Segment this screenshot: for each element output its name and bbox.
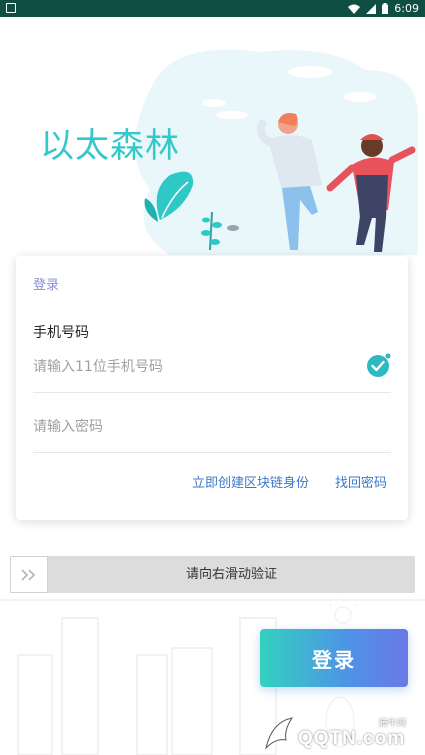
- signal-icon: [366, 3, 377, 14]
- password-divider: [33, 452, 391, 453]
- status-bar: 6:09: [0, 0, 425, 17]
- phone-divider: [33, 392, 391, 393]
- phone-input[interactable]: [33, 357, 353, 377]
- phone-label: 手机号码: [33, 325, 89, 341]
- forgot-password-link[interactable]: 找回密码: [335, 472, 387, 491]
- create-identity-link[interactable]: 立即创建区块链身份: [192, 472, 309, 491]
- login-button[interactable]: 登录: [260, 629, 408, 687]
- watermark-text: QQTN.com: [298, 728, 406, 749]
- double-chevron-right-icon: [21, 568, 36, 581]
- wifi-icon: [348, 4, 361, 14]
- check-icon: [367, 353, 391, 377]
- status-icons: 6:09: [348, 1, 419, 16]
- watermark-logo: [265, 717, 294, 750]
- login-card: 登录 手机号码 立即创建区块链身份 找回密码: [16, 256, 408, 520]
- notification-icon: [6, 3, 16, 13]
- slide-verify-text: 请向右滑动验证: [185, 567, 277, 582]
- watermark: QQTN.com 腾牛网: [262, 712, 422, 754]
- status-time: 6:09: [394, 2, 419, 15]
- app-name: 以太森林: [40, 126, 180, 166]
- slide-verify-handle[interactable]: [10, 556, 48, 593]
- watermark-subtext: 腾牛网: [379, 719, 407, 729]
- battery-icon: [382, 3, 389, 14]
- slide-verify-track[interactable]: 请向右滑动验证: [10, 556, 415, 593]
- card-title: 登录: [33, 278, 60, 293]
- password-input[interactable]: [33, 417, 353, 437]
